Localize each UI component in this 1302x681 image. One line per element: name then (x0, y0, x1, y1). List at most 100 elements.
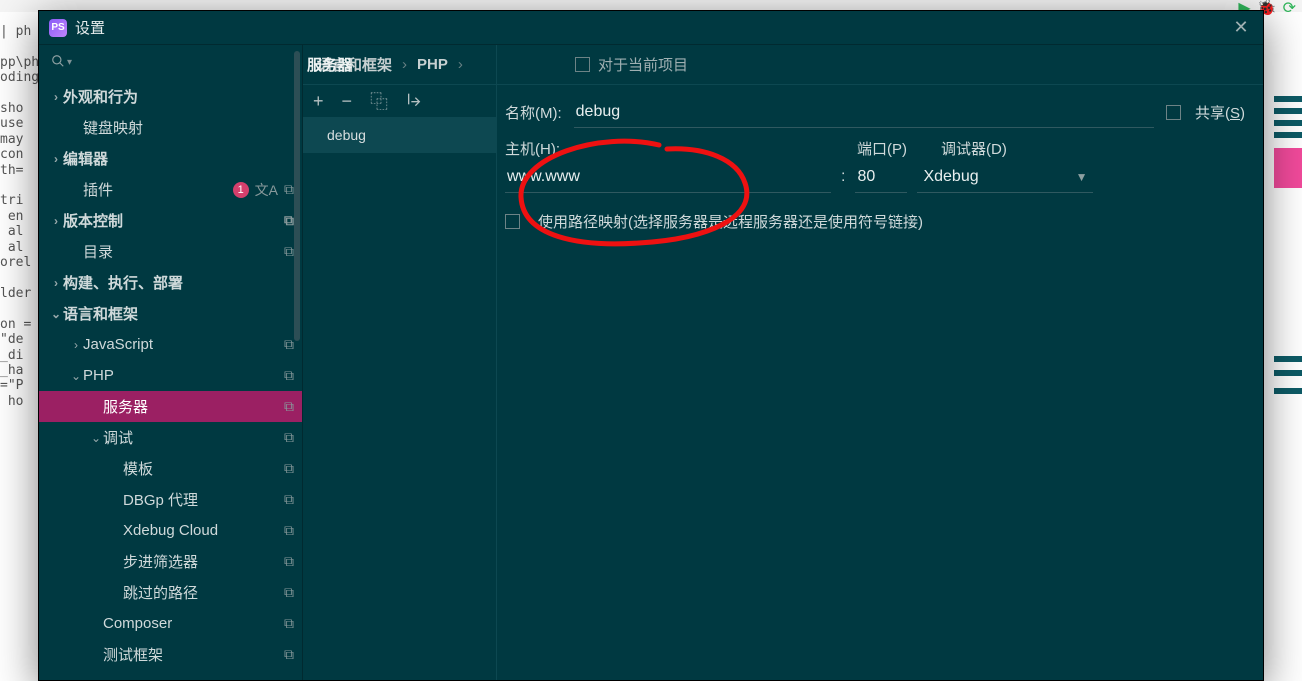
tree-node-语言和框架[interactable]: ⌄语言和框架 (39, 298, 302, 329)
tree-node-label: Xdebug Cloud (123, 522, 284, 539)
tree-node-label: DBGp 代理 (123, 489, 284, 510)
project-scope-icon: ⧉ (284, 181, 294, 198)
bg-teal-mark (1274, 132, 1302, 138)
expand-arrow-icon: › (49, 152, 63, 166)
port-input[interactable] (855, 162, 907, 193)
add-button[interactable]: + (313, 91, 324, 112)
debugger-select-value: Xdebug (923, 168, 978, 186)
project-only-checkbox[interactable] (575, 57, 590, 72)
expand-arrow-icon: › (69, 338, 83, 352)
tree-node-Xdebug Cloud[interactable]: Xdebug Cloud⧉ (39, 515, 302, 546)
tree-node-服务器[interactable]: 服务器⧉ (39, 391, 302, 422)
tree-node-Composer[interactable]: Composer⧉ (39, 608, 302, 639)
host-label: 主机(H): (505, 138, 833, 159)
phpstorm-icon: PS (49, 19, 67, 37)
bg-code-left: | ph pp\ph oding sho use may con th= tri… (0, 24, 38, 409)
settings-search-row: ▾ (39, 45, 302, 79)
tree-scrollbar[interactable] (294, 51, 300, 341)
breadcrumb-tail-row: 服务器 对于当前项目 (497, 45, 1263, 85)
path-mapping-checkbox[interactable] (505, 214, 520, 229)
expand-arrow-icon: ⌄ (89, 431, 103, 445)
host-input-row: : Xdebug ▼ (505, 161, 1245, 193)
tree-node-调试[interactable]: ⌄调试⧉ (39, 422, 302, 453)
settings-tree-panel: ▾ ›外观和行为键盘映射›编辑器插件1文A⧉›版本控制⧉目录⧉›构建、执行、部署… (39, 45, 303, 680)
tree-node-label: 服务器 (103, 396, 284, 417)
tree-node-跳过的路径[interactable]: 跳过的路径⧉ (39, 577, 302, 608)
tree-node-测试框架[interactable]: 测试框架⧉ (39, 639, 302, 670)
tree-node-PHP[interactable]: ⌄PHP⧉ (39, 360, 302, 391)
dialog-title: 设置 (75, 17, 105, 38)
tree-node-插件[interactable]: 插件1文A⧉ (39, 174, 302, 205)
project-scope-icon: ⧉ (284, 553, 294, 570)
copy-button[interactable]: ⿻ (370, 88, 388, 114)
tree-node-label: 插件 (83, 179, 233, 200)
debugger-select[interactable]: Xdebug ▼ (917, 161, 1093, 193)
server-list: debug (303, 117, 496, 680)
bg-teal-mark (1274, 108, 1302, 114)
tree-node-步进筛选器[interactable]: 步进筛选器⧉ (39, 546, 302, 577)
project-scope-icon: ⧉ (284, 522, 294, 539)
settings-search-input[interactable] (72, 54, 302, 70)
project-scope-icon: ⧉ (284, 646, 294, 663)
locale-icon: 文A (255, 180, 278, 200)
chevron-down-icon: ▼ (1076, 170, 1088, 184)
settings-tree[interactable]: ›外观和行为键盘映射›编辑器插件1文A⧉›版本控制⧉目录⧉›构建、执行、部署⌄语… (39, 79, 302, 680)
expand-arrow-icon: › (49, 214, 63, 228)
tree-node-label: 步进筛选器 (123, 551, 284, 572)
project-scope-icon: ⧉ (284, 460, 294, 477)
tree-node-外观和行为[interactable]: ›外观和行为 (39, 81, 302, 112)
project-scope-icon: ⧉ (284, 243, 294, 260)
expand-arrow-icon: ⌄ (69, 369, 83, 383)
expand-arrow-icon: › (49, 90, 63, 104)
server-list-item[interactable]: debug (303, 117, 496, 153)
server-list-panel: 语言和框架 › PHP › + − ⿻ debug (303, 45, 497, 680)
port-label: 端口(P) (857, 138, 917, 159)
settings-dialog: PS 设置 ✕ ▾ ›外观和行为键盘映射›编辑器插件1文A⧉›版本控制⧉目录⧉›… (38, 10, 1264, 681)
breadcrumb-3[interactable]: 服务器 (307, 54, 352, 75)
project-scope-icon: ⧉ (284, 584, 294, 601)
close-icon[interactable]: ✕ (1229, 16, 1253, 40)
bg-teal-mark (1274, 388, 1302, 394)
colon-separator: : (841, 168, 845, 186)
import-button[interactable] (406, 91, 422, 112)
project-scope-icon: ⧉ (284, 491, 294, 508)
server-name-input[interactable] (574, 97, 1154, 128)
bg-highlight-pink (1274, 148, 1302, 188)
bg-teal-mark (1274, 370, 1302, 376)
rerun-icon[interactable]: ⟳ (1283, 0, 1296, 18)
chevron-right-icon: › (458, 56, 463, 73)
share-checkbox[interactable] (1166, 105, 1181, 120)
tree-node-DBGp 代理[interactable]: DBGp 代理⧉ (39, 484, 302, 515)
tree-node-label: JavaScript (83, 336, 284, 353)
tree-node-label: 版本控制 (63, 210, 284, 231)
tree-node-版本控制[interactable]: ›版本控制⧉ (39, 205, 302, 236)
project-scope-icon: ⧉ (284, 212, 294, 229)
tree-node-JavaScript[interactable]: ›JavaScript⧉ (39, 329, 302, 360)
tree-node-label: 调试 (103, 427, 284, 448)
breadcrumb-2[interactable]: PHP (417, 56, 448, 73)
tree-node-label: 跳过的路径 (123, 582, 284, 603)
bg-teal-mark (1274, 96, 1302, 102)
tree-node-目录[interactable]: 目录⧉ (39, 236, 302, 267)
tree-node-label: 编辑器 (63, 148, 294, 169)
tree-node-label: 模板 (123, 458, 284, 479)
tree-node-编辑器[interactable]: ›编辑器 (39, 143, 302, 174)
server-form: 名称(M): 共享(S) 主机(H): 端口(P) 调试器(D) : (497, 85, 1263, 232)
project-scope-icon: ⧉ (284, 615, 294, 632)
chevron-right-icon: › (402, 56, 407, 73)
tree-node-label: 目录 (83, 241, 284, 262)
bg-teal-mark (1274, 120, 1302, 126)
tree-node-构建、执行、部署[interactable]: ›构建、执行、部署 (39, 267, 302, 298)
dialog-titlebar: PS 设置 ✕ (39, 11, 1263, 45)
tree-node-label: 键盘映射 (83, 117, 294, 138)
host-input[interactable] (505, 162, 831, 193)
remove-button[interactable]: − (342, 91, 353, 112)
tree-node-label: 外观和行为 (63, 86, 294, 107)
share-label: 共享(S) (1195, 102, 1245, 123)
tree-node-label: 语言和框架 (63, 303, 294, 324)
tree-node-模板[interactable]: 模板⧉ (39, 453, 302, 484)
tree-node-键盘映射[interactable]: 键盘映射 (39, 112, 302, 143)
host-header-row: 主机(H): 端口(P) 调试器(D) (505, 138, 1245, 159)
server-list-toolbar: + − ⿻ (303, 85, 496, 117)
project-scope-icon: ⧉ (284, 429, 294, 446)
